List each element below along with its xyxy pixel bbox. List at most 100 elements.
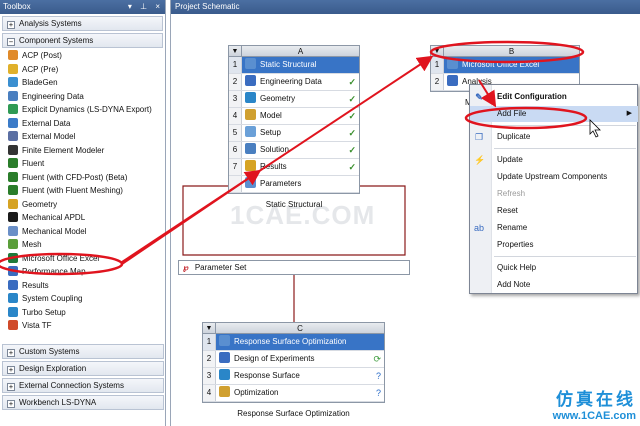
toolbox-category[interactable]: + Custom Systems [2, 344, 164, 359]
menu-item-update[interactable]: ⚡ Update [470, 152, 638, 168]
toolbox-item[interactable]: ACP (Post) [0, 49, 165, 63]
toolbox-item[interactable]: BladeGen [0, 76, 165, 90]
toolbox-item[interactable]: System Coupling [0, 292, 165, 306]
system-cell-row[interactable]: Parameters [229, 176, 359, 193]
toolbox-item[interactable]: Microsoft Office Excel [0, 252, 165, 266]
toolbox-category[interactable]: − Component Systems [2, 33, 163, 48]
system-cell-row[interactable]: 2 Engineering Data ✓ [229, 74, 359, 91]
system-cell-row[interactable]: 4 Optimization? [203, 385, 384, 402]
system-menu-icon[interactable]: ▼ [229, 46, 242, 56]
toolbox-item[interactable]: Fluent (with CFD-Post) (Beta) [0, 171, 165, 185]
system-c-caption[interactable]: Response Surface Optimization [202, 409, 385, 418]
toolbox-item[interactable]: External Data [0, 117, 165, 131]
toolbox-item[interactable]: Results [0, 279, 165, 293]
system-cell-row[interactable]: 1 Microsoft Office Excel [431, 57, 579, 74]
expand-icon[interactable]: + [7, 366, 15, 374]
system-menu-icon[interactable]: ▼ [431, 46, 444, 56]
toolbox-category[interactable]: + Workbench LS-DYNA [2, 395, 164, 410]
menu-item-update-upstream-components[interactable]: Update Upstream Components [470, 169, 638, 185]
menu-item-quick-help[interactable]: Quick Help [470, 260, 638, 276]
system-cell-row[interactable]: 4 Model ✓ [229, 108, 359, 125]
toolbox-item[interactable]: Fluent [0, 157, 165, 171]
expand-icon[interactable]: + [7, 349, 15, 357]
system-cell[interactable]: Results ✓ [242, 159, 359, 175]
geometry-icon [245, 92, 256, 103]
system-cell[interactable]: Response Surface Optimization [216, 334, 384, 350]
system-c-response-surface-optimization[interactable]: ▼ C 1 Response Surface Optimization 2 Desig… [202, 322, 385, 403]
system-cell-row[interactable]: 1 Response Surface Optimization [203, 334, 384, 351]
toolbox-item[interactable]: Mesh [0, 238, 165, 252]
expand-icon[interactable]: + [7, 21, 15, 29]
system-cell[interactable]: Engineering Data ✓ [242, 74, 359, 90]
toolbox-item-label: Mesh [22, 240, 42, 249]
external-model-icon [8, 131, 18, 141]
system-menu-icon[interactable]: ▼ [203, 323, 216, 333]
results-icon [8, 279, 18, 290]
system-cell[interactable]: Response Surface? [216, 368, 384, 384]
system-cell-row[interactable]: 6 Solution ✓ [229, 142, 359, 159]
vista-tf-icon [8, 320, 18, 330]
system-cell[interactable]: Microsoft Office Excel [444, 57, 579, 73]
optimization-icon [219, 386, 230, 397]
system-cell-row[interactable]: 3 Geometry ✓ [229, 91, 359, 108]
toolbox-item[interactable]: Vista TF [0, 319, 165, 333]
toolbox-item[interactable]: Mechanical APDL [0, 211, 165, 225]
expand-icon[interactable]: + [7, 383, 15, 391]
system-a-caption[interactable]: Static Structural [228, 200, 360, 209]
row-number: 4 [229, 108, 242, 124]
menu-item-duplicate[interactable]: ❐ Duplicate [470, 129, 638, 145]
toolbox-category-label: External Connection Systems [19, 381, 124, 390]
toolbox-category[interactable]: + External Connection Systems [2, 378, 164, 393]
toolbox-item[interactable]: Mechanical Model [0, 225, 165, 239]
menu-item-label: Reset [497, 206, 518, 215]
toolbox-item[interactable]: Turbo Setup [0, 306, 165, 320]
brand-chinese-text: 仿真在线 [556, 390, 636, 410]
system-cell-row[interactable]: 1 Static Structural [229, 57, 359, 74]
menu-item-reset[interactable]: Reset [470, 203, 638, 219]
menu-separator [494, 148, 636, 149]
system-cell[interactable]: Design of Experiments ⟳ [216, 351, 384, 367]
menu-item-edit-configuration[interactable]: ✎ Edit Configuration [470, 89, 638, 105]
system-cell[interactable]: Optimization? [216, 385, 384, 401]
system-cell-row[interactable]: 7 Results ✓ [229, 159, 359, 176]
toolbox-window-controls[interactable]: ▾ ⊥ × [128, 0, 163, 14]
parameter-set-icon: ℘ [183, 263, 189, 272]
toolbox-item[interactable]: Finite Element Modeler [0, 144, 165, 158]
system-cell-label: Microsoft Office Excel [462, 60, 540, 69]
menu-item-add-file[interactable]: Add File ▶ [470, 106, 638, 122]
toolbox-category[interactable]: + Analysis Systems [2, 16, 163, 31]
system-cell[interactable]: Geometry ✓ [242, 91, 359, 107]
system-a-header[interactable]: ▼ A [229, 46, 359, 57]
fem-icon [8, 144, 18, 155]
toolbox-category[interactable]: + Design Exploration [2, 361, 164, 376]
menu-item-properties[interactable]: Properties [470, 237, 638, 253]
toolbox-item[interactable]: External Model [0, 130, 165, 144]
row-number: 6 [229, 142, 242, 158]
toolbox-item[interactable]: Engineering Data [0, 90, 165, 104]
parameter-set-bar[interactable]: ℘ Parameter Set [178, 260, 410, 275]
toolbox-item[interactable]: ACP (Pre) [0, 63, 165, 77]
toolbox-item[interactable]: Explicit Dynamics (LS-DYNA Export) [0, 103, 165, 117]
menu-item-add-note[interactable]: Add Note [470, 277, 638, 293]
expand-icon[interactable]: + [7, 400, 15, 408]
system-cell-row[interactable]: 3 Response Surface? [203, 368, 384, 385]
system-cell[interactable]: Setup ✓ [242, 125, 359, 141]
system-a-static-structural[interactable]: ▼ A 1 Static Structural 2 Engineering Data ✓… [228, 45, 360, 194]
system-cell-row[interactable]: 5 Setup ✓ [229, 125, 359, 142]
system-cell[interactable]: Model ✓ [242, 108, 359, 124]
system-cell[interactable]: Parameters [242, 176, 359, 192]
toolbox-item[interactable]: Fluent (with Fluent Meshing) [0, 184, 165, 198]
toolbox-item-label: Fluent (with CFD-Post) (Beta) [22, 172, 128, 182]
row-number: 1 [229, 57, 242, 73]
toolbox-item[interactable]: Performance Map [0, 265, 165, 279]
menu-item-label: Quick Help [497, 263, 537, 272]
system-c-header[interactable]: ▼ C [203, 323, 384, 334]
menu-item-rename[interactable]: ab Rename [470, 220, 638, 236]
system-b-header[interactable]: ▼ B [431, 46, 579, 57]
toolbox-item[interactable]: Geometry [0, 198, 165, 212]
system-cell-row[interactable]: 2 Design of Experiments ⟳ [203, 351, 384, 368]
system-cell[interactable]: Static Structural [242, 57, 359, 73]
collapse-icon[interactable]: − [7, 38, 15, 46]
submenu-arrow-icon: ▶ [626, 110, 632, 117]
system-cell[interactable]: Solution ✓ [242, 142, 359, 158]
